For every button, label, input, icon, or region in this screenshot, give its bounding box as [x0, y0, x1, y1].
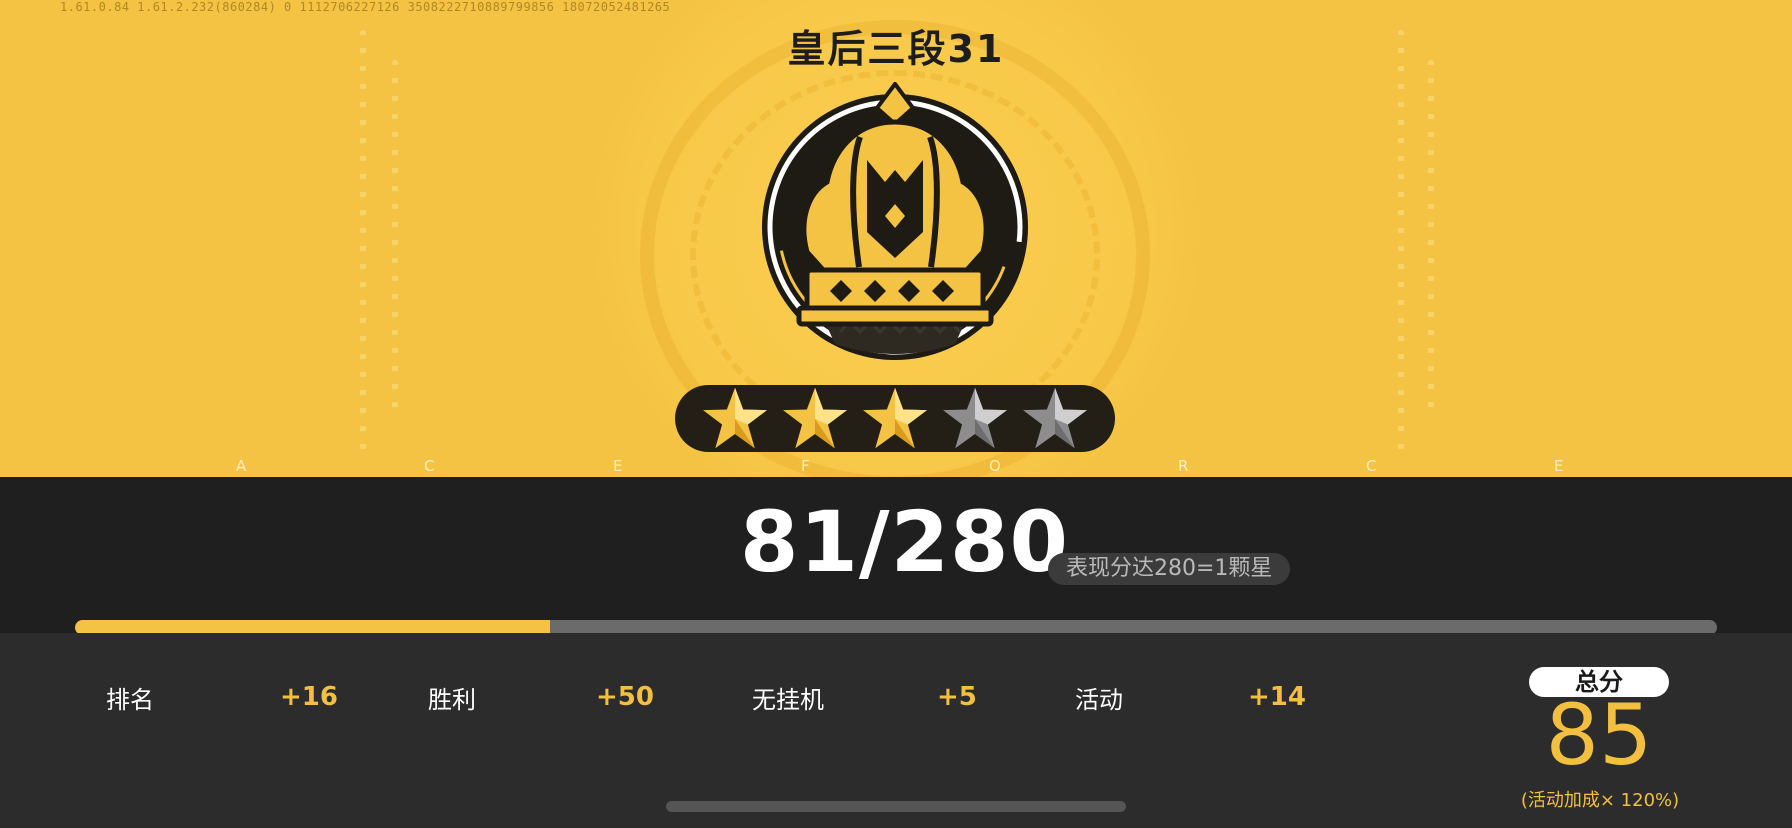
stat-label-event: 活动	[1075, 686, 1123, 714]
decor-dotline	[392, 60, 398, 420]
decor-letter: E	[613, 457, 623, 475]
decor-letter: F	[801, 457, 810, 475]
star-filled-icon	[703, 387, 767, 448]
stat-value-no-afk: +5	[937, 682, 977, 712]
decor-letter: C	[1366, 457, 1377, 475]
performance-score: 81/280	[740, 493, 1069, 591]
performance-hint: 表现分达280=1颗星	[1048, 553, 1291, 585]
stat-value-victory: +50	[596, 682, 654, 712]
decor-letter: C	[424, 457, 435, 475]
star-filled-icon	[863, 387, 927, 448]
stat-label-no-afk: 无挂机	[752, 686, 824, 714]
decor-letter: E	[1554, 457, 1564, 475]
star-empty-icon	[943, 387, 1007, 448]
crown-emblem-icon	[762, 82, 1028, 360]
stat-label-victory: 胜利	[428, 686, 476, 714]
decor-dotline	[360, 30, 366, 450]
stat-value-ranking: +16	[280, 682, 338, 712]
rank-banner: 1.61.0.84 1.61.2.232(860284) 0 111270622…	[0, 0, 1792, 477]
rank-title: 皇后三段31	[787, 27, 1005, 71]
decor-letter: A	[236, 457, 247, 475]
event-bonus: (活动加成× 120%)	[1520, 790, 1680, 811]
star-empty-icon	[1023, 387, 1087, 448]
stat-label-ranking: 排名	[106, 686, 154, 714]
decor-letter: O	[989, 457, 1001, 475]
star-rating	[675, 385, 1115, 452]
star-filled-icon	[783, 387, 847, 448]
decor-letters: A C E F O R C E	[0, 457, 1792, 477]
decor-dotline	[1398, 30, 1404, 450]
version-text: 1.61.0.84 1.61.2.232(860284) 0 111270622…	[60, 0, 671, 14]
decor-dotline	[1428, 60, 1434, 420]
total-score: 85	[1545, 686, 1653, 784]
home-indicator[interactable]	[666, 801, 1126, 812]
stat-value-event: +14	[1248, 682, 1306, 712]
decor-letter: R	[1178, 457, 1189, 475]
